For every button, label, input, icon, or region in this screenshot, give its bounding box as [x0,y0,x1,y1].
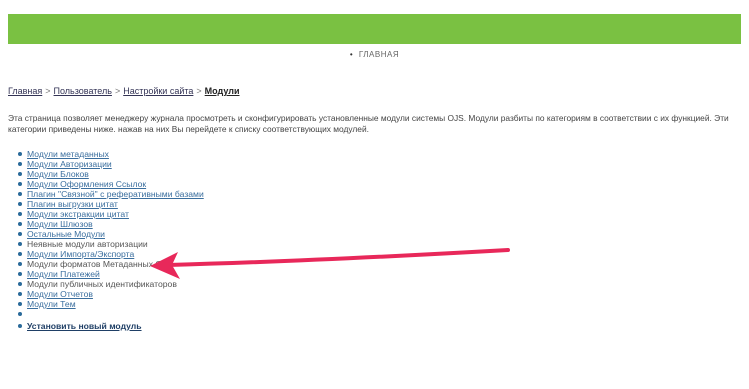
module-category-link[interactable]: Модули Отчетов [27,289,93,299]
nav-bullet-icon: • [349,50,353,59]
module-category-label: Неявные модули авторизации [27,239,148,249]
list-item: Модули Авторизации [16,159,204,169]
module-category-link[interactable]: Модули Шлюзов [27,219,93,229]
intro-paragraph: Эта страница позволяет менеджеру журнала… [8,113,729,134]
module-category-link[interactable]: Модули Оформления Ссылок [27,179,146,189]
breadcrumb-site-settings[interactable]: Настройки сайта [123,86,193,96]
list-item: Модули экстракции цитат [16,209,204,219]
install-module-link[interactable]: Установить новый модуль [27,321,142,331]
top-nav: • ГЛАВНАЯ [0,50,749,59]
breadcrumb: Главная > Пользователь > Настройки сайта > Мод… [8,86,240,96]
module-category-list: Модули метаданных Модули Авторизации Модул… [16,149,204,331]
header-bar [8,14,741,44]
list-item: Модули Импорта/Экспорта [16,249,204,259]
list-item: Неявные модули авторизации [16,239,204,249]
list-item: Плагин "Связной" с реферативными базами [16,189,204,199]
page: • ГЛАВНАЯ Главная > Пользователь > Настройки… [0,0,749,389]
list-item: Модули Платежей [16,269,204,279]
breadcrumb-home[interactable]: Главная [8,86,42,96]
list-item: Установить новый модуль [16,321,204,331]
list-item: Плагин выгрузки цитат [16,199,204,209]
list-item: Модули Шлюзов [16,219,204,229]
module-category-link[interactable]: Плагин выгрузки цитат [27,199,118,209]
nav-home-link[interactable]: ГЛАВНАЯ [359,50,399,59]
list-item: Модули Блоков [16,169,204,179]
module-category-link[interactable]: Модули Платежей [27,269,100,279]
breadcrumb-separator: > [45,86,51,96]
list-item [16,309,204,319]
module-category-link[interactable]: Остальные Модули [27,229,105,239]
module-category-link[interactable]: Модули Тем [27,299,76,309]
breadcrumb-separator: > [114,86,121,96]
module-category-link[interactable]: Плагин "Связной" с реферативными базами [27,189,204,199]
module-category-link[interactable]: Модули Импорта/Экспорта [27,249,134,259]
list-item: Модули Отчетов [16,289,204,299]
breadcrumb-user[interactable]: Пользователь [54,86,112,96]
list-item: Модули метаданных [16,149,204,159]
list-item: Модули форматов Метаданных OAI [16,259,204,269]
module-category-label: Модули форматов Метаданных OAI [27,259,171,269]
list-item: Модули Тем [16,299,204,309]
module-category-link[interactable]: Модули Авторизации [27,159,112,169]
list-item: Модули Оформления Ссылок [16,179,204,189]
module-category-link[interactable]: Модули метаданных [27,149,109,159]
module-category-label: Модули публичных идентификаторов [27,279,177,289]
module-category-link[interactable]: Модули Блоков [27,169,89,179]
list-item: Модули публичных идентификаторов [16,279,204,289]
breadcrumb-separator: > [196,86,202,96]
module-category-link[interactable]: Модули экстракции цитат [27,209,129,219]
breadcrumb-current[interactable]: Модули [205,86,240,96]
arrow-shaft [166,248,510,267]
list-item: Остальные Модули [16,229,204,239]
